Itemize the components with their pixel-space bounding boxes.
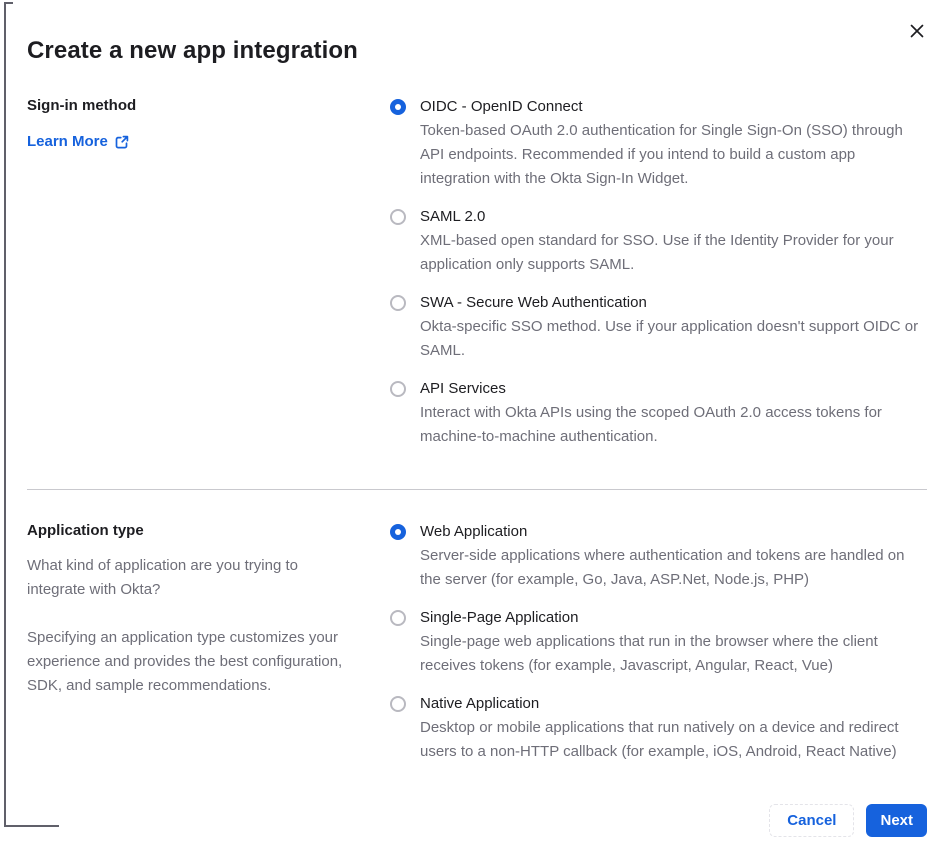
option-web-application[interactable]: Web Application Server-side applications… [390, 520, 927, 592]
option-label: API Services [420, 380, 506, 397]
option-label: Single-Page Application [420, 609, 579, 626]
radio-api-services[interactable] [390, 381, 406, 397]
option-single-page-application[interactable]: Single-Page Application Single-page web … [390, 606, 927, 678]
radio-oidc-openid-connect-selected[interactable] [390, 99, 406, 115]
section-divider [27, 489, 927, 490]
close-icon [909, 23, 925, 39]
option-label: Web Application [420, 523, 528, 540]
application-type-help-text: Specifying an application type customize… [27, 629, 343, 694]
option-description: Token-based OAuth 2.0 authentication for… [420, 122, 903, 187]
application-type-left-column: Application type What kind of applicatio… [27, 520, 360, 778]
option-api-services[interactable]: API Services Interact with Okta APIs usi… [390, 377, 927, 449]
option-description: Desktop or mobile applications that run … [420, 719, 899, 760]
radio-swa-secure-web-authentication[interactable] [390, 295, 406, 311]
option-native-application[interactable]: Native Application Desktop or mobile app… [390, 692, 927, 764]
option-label: Native Application [420, 695, 540, 712]
radio-single-page-application[interactable] [390, 610, 406, 626]
option-description: XML-based open standard for SSO. Use if … [420, 232, 894, 273]
radio-saml-2-0[interactable] [390, 209, 406, 225]
learn-more-label: Learn More [27, 133, 108, 150]
option-swa-secure-web-authentication[interactable]: SWA - Secure Web Authentication Okta-spe… [390, 291, 927, 363]
option-description: Single-page web applications that run in… [420, 633, 878, 674]
option-description: Server-side applications where authentic… [420, 547, 905, 588]
dialog-title: Create a new app integration [27, 37, 358, 64]
next-button[interactable]: Next [866, 804, 927, 837]
create-app-integration-dialog: Create a new app integration Sign-in met… [0, 0, 950, 863]
radio-web-application-selected[interactable] [390, 524, 406, 540]
signin-method-left-column: Sign-in method Learn More [27, 95, 360, 463]
signin-method-label: Sign-in method [27, 97, 137, 114]
radio-native-application[interactable] [390, 696, 406, 712]
option-oidc-openid-connect[interactable]: OIDC - OpenID Connect Token-based OAuth … [390, 95, 927, 191]
application-type-options: Web Application Server-side applications… [390, 520, 927, 778]
close-button[interactable] [906, 20, 928, 42]
application-type-question: What kind of application are you trying … [27, 557, 298, 598]
dialog-footer: Cancel Next [27, 804, 927, 863]
option-description: Interact with Okta APIs using the scoped… [420, 404, 882, 445]
learn-more-link[interactable]: Learn More [27, 133, 129, 150]
option-description: Okta-specific SSO method. Use if your ap… [420, 318, 919, 359]
cancel-button[interactable]: Cancel [769, 804, 855, 837]
application-type-section: Application type What kind of applicatio… [27, 520, 927, 778]
signin-method-options: OIDC - OpenID Connect Token-based OAuth … [390, 95, 927, 463]
option-label: SWA - Secure Web Authentication [420, 294, 647, 311]
application-type-label: Application type [27, 522, 144, 539]
option-saml-2-0[interactable]: SAML 2.0 XML-based open standard for SSO… [390, 205, 927, 277]
option-label: OIDC - OpenID Connect [420, 98, 583, 115]
option-label: SAML 2.0 [420, 208, 486, 225]
external-link-icon [115, 135, 129, 149]
signin-method-section: Sign-in method Learn More OIDC - OpenID … [27, 95, 927, 463]
